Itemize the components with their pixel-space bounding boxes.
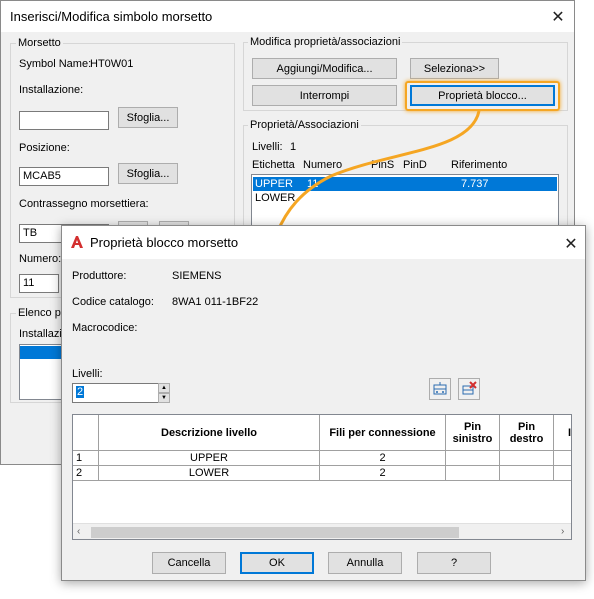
scrollbar-thumb[interactable] bbox=[91, 527, 459, 538]
produttore-value: SIEMENS bbox=[172, 270, 222, 282]
delete-level-icon[interactable] bbox=[458, 378, 480, 400]
annulla-button[interactable]: Annulla bbox=[328, 552, 402, 574]
front-dialog: Proprietà blocco morsetto ✕ Produttore: … bbox=[61, 225, 586, 581]
grid-corner bbox=[73, 415, 99, 451]
row-1-pin-destro[interactable] bbox=[500, 451, 554, 466]
help-button[interactable]: ? bbox=[417, 552, 491, 574]
livelli-label: Livelli: bbox=[72, 368, 103, 380]
row-2-partial[interactable] bbox=[554, 466, 571, 481]
scroll-right-icon[interactable]: › bbox=[561, 526, 564, 537]
row-1-descrizione[interactable]: UPPER bbox=[99, 451, 320, 466]
close-icon[interactable]: ✕ bbox=[556, 234, 586, 254]
row-2-descrizione[interactable]: LOWER bbox=[99, 466, 320, 481]
macrocodice-label: Macrocodice: bbox=[72, 322, 138, 334]
codice-catalogo-label: Codice catalogo: bbox=[72, 296, 154, 308]
cancella-button[interactable]: Cancella bbox=[152, 552, 226, 574]
scroll-left-icon[interactable]: ‹ bbox=[77, 526, 80, 537]
row-1-partial[interactable] bbox=[554, 451, 571, 466]
levels-grid[interactable]: Descrizione livello Fili per connessione… bbox=[72, 414, 572, 540]
spin-up-icon[interactable]: ▲ bbox=[158, 383, 170, 393]
row-2-pin-destro[interactable] bbox=[500, 466, 554, 481]
col-pin-destro[interactable]: Pin destro bbox=[500, 415, 554, 451]
row-1-fili[interactable]: 2 bbox=[320, 451, 446, 466]
horizontal-scrollbar[interactable]: ‹ › bbox=[73, 523, 571, 539]
col-partial[interactable]: I bbox=[554, 415, 571, 451]
front-dialog-title: Proprietà blocco morsetto bbox=[90, 235, 239, 250]
spin-down-icon[interactable]: ▼ bbox=[158, 393, 170, 403]
ok-button[interactable]: OK bbox=[240, 552, 314, 574]
row-2-number[interactable]: 2 bbox=[73, 466, 99, 481]
row-1-pin-sinistro[interactable] bbox=[446, 451, 500, 466]
produttore-label: Produttore: bbox=[72, 270, 127, 282]
row-2-pin-sinistro[interactable] bbox=[446, 466, 500, 481]
add-level-icon[interactable] bbox=[429, 378, 451, 400]
livelli-spinner-field[interactable]: 2 bbox=[72, 383, 169, 403]
autocad-a-icon bbox=[71, 236, 83, 248]
col-fili-per-connessione[interactable]: Fili per connessione bbox=[320, 415, 446, 451]
livelli-value: 2 bbox=[76, 386, 85, 398]
front-titlebar: Proprietà blocco morsetto ✕ bbox=[62, 226, 585, 259]
row-2-fili[interactable]: 2 bbox=[320, 466, 446, 481]
col-pin-sinistro[interactable]: Pin sinistro bbox=[446, 415, 500, 451]
row-1-number[interactable]: 1 bbox=[73, 451, 99, 466]
col-descrizione-livello[interactable]: Descrizione livello bbox=[99, 415, 320, 451]
codice-catalogo-value: 8WA1 011-1BF22 bbox=[172, 296, 259, 308]
